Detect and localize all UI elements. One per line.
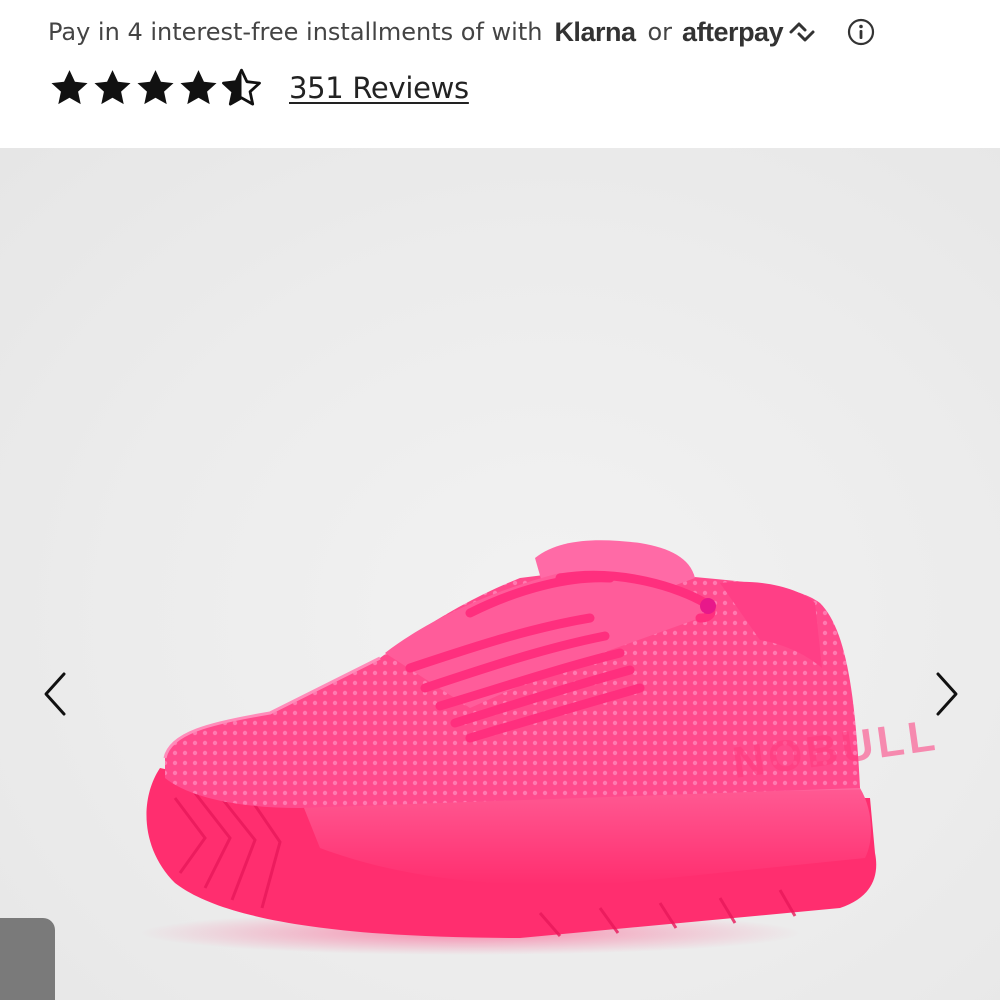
star-full-icon xyxy=(180,70,217,105)
installments-line: Pay in 4 interest-free installments of w… xyxy=(48,12,875,52)
star-half-icon xyxy=(222,68,261,106)
klarna-logo: Klarna xyxy=(554,16,636,47)
product-image-shoe: NOBULL xyxy=(140,540,942,955)
product-image-gallery[interactable]: NOBULL xyxy=(0,148,1000,1000)
star-full-icon xyxy=(51,70,88,105)
chevron-right-icon[interactable] xyxy=(926,666,966,722)
afterpay-arrows-icon xyxy=(789,22,815,42)
star-rating xyxy=(48,67,263,109)
reviews-link[interactable]: 351 Reviews xyxy=(289,71,469,105)
afterpay-wordmark: afterpay xyxy=(682,16,784,47)
chat-widget-tab[interactable] xyxy=(0,918,55,1000)
star-full-icon xyxy=(94,70,131,105)
installments-text: Pay in 4 interest-free installments of w… xyxy=(48,18,543,46)
star-full-icon xyxy=(137,70,174,105)
chevron-left-icon[interactable] xyxy=(36,666,76,722)
rating-row: 351 Reviews xyxy=(48,64,469,112)
info-circle-icon[interactable] xyxy=(847,18,875,46)
afterpay-logo: afterpay xyxy=(682,17,819,48)
product-info-header: Pay in 4 interest-free installments of w… xyxy=(0,0,1000,148)
or-text: or xyxy=(647,18,673,46)
